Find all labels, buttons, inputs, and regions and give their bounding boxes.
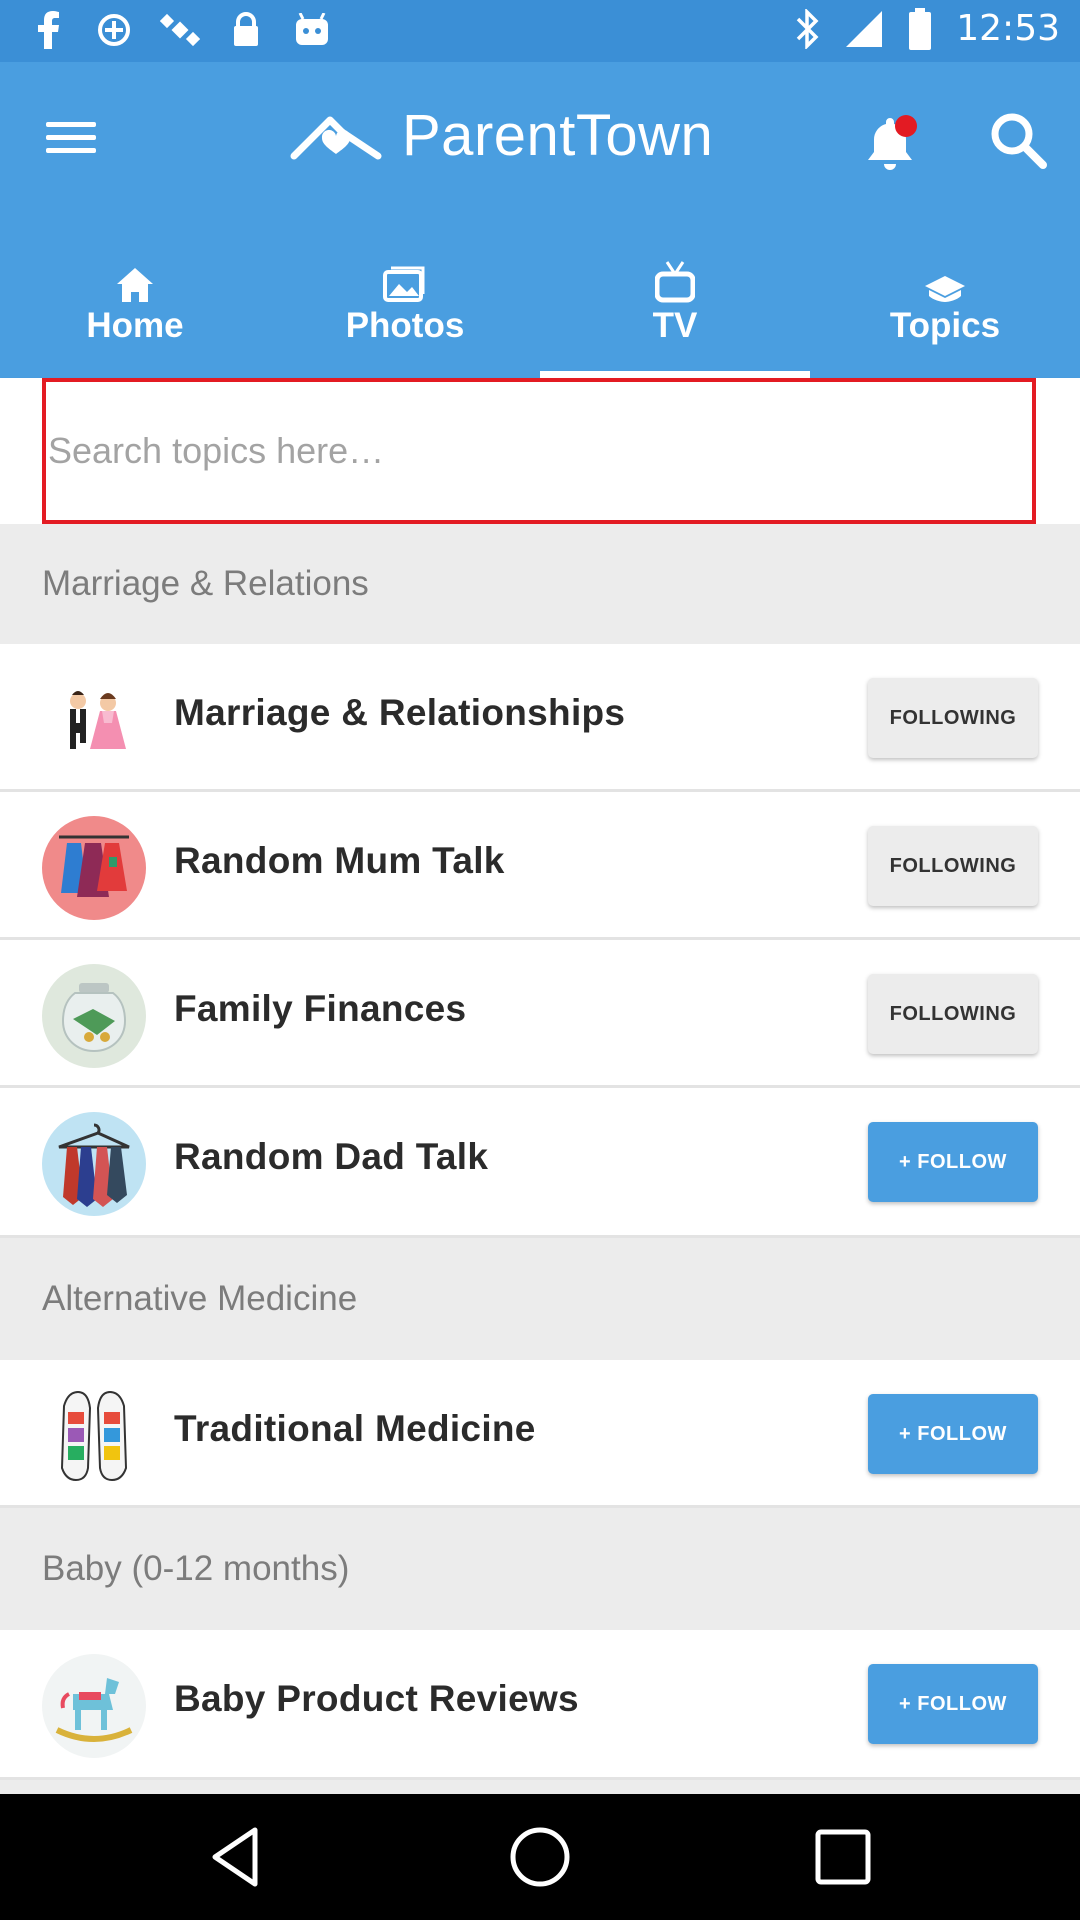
bluetooth-icon [788, 8, 828, 49]
following-button[interactable]: FOLLOWING [868, 678, 1038, 758]
status-time: 12:53 [956, 8, 1060, 49]
topic-title: Random Dad Talk [174, 1136, 489, 1177]
data-saver-icon [94, 10, 134, 50]
signal-icon [844, 9, 884, 49]
lock-icon [226, 10, 266, 50]
topic-title: Family Finances [174, 988, 467, 1029]
tab-tv[interactable]: TV [540, 242, 810, 378]
search-box [42, 378, 1036, 524]
rocking-horse-avatar [42, 1654, 146, 1758]
tab-bar: Home Photos TV Topics [0, 242, 1080, 378]
follow-button[interactable]: + FOLLOW [868, 1394, 1038, 1474]
list-item[interactable]: Baby Product Reviews + FOLLOW [0, 1630, 1080, 1780]
tab-label: Home [86, 306, 184, 345]
tab-photos[interactable]: Photos [270, 242, 540, 378]
satellite-icon [160, 10, 200, 50]
menu-icon[interactable] [46, 114, 102, 170]
tab-topics[interactable]: Topics [810, 242, 1080, 378]
notification-dot [895, 115, 917, 137]
tab-label: TV [652, 306, 698, 345]
tab-label: Topics [889, 306, 1001, 345]
facebook-icon [28, 10, 68, 50]
list-item[interactable]: Random Mum Talk FOLLOWING [0, 792, 1080, 940]
reflexology-feet-avatar [42, 1384, 146, 1488]
list-item[interactable]: Family Finances FOLLOWING [0, 940, 1080, 1088]
list-item[interactable]: Random Dad Talk + FOLLOW [0, 1088, 1080, 1238]
money-jar-avatar [42, 964, 146, 1068]
brand: ParentTown [290, 102, 713, 169]
section-header-baby: Baby (0-12 months) [0, 1508, 1080, 1630]
recents-icon[interactable] [810, 1824, 876, 1890]
search-icon[interactable] [988, 110, 1048, 170]
home-circle-icon[interactable] [507, 1824, 573, 1890]
tab-home[interactable]: Home [0, 242, 270, 378]
topic-title: Baby Product Reviews [174, 1678, 579, 1719]
following-button[interactable]: FOLLOWING [868, 826, 1038, 906]
topics-icon [810, 254, 1080, 304]
app-bar: ParentTown Home Photos TV Topics [0, 62, 1080, 378]
brand-name: ParentTown [402, 103, 714, 168]
search-container [0, 378, 1080, 524]
list-item[interactable]: Marriage & Relationships FOLLOWING [0, 644, 1080, 792]
tv-icon [540, 254, 810, 304]
wedding-couple-avatar [42, 668, 146, 772]
parenttown-logo-icon [290, 112, 382, 160]
topic-title: Random Mum Talk [174, 840, 505, 881]
notification-bell-icon[interactable] [862, 112, 918, 172]
list-item[interactable]: Traditional Medicine + FOLLOW [0, 1360, 1080, 1508]
dresses-avatar [42, 816, 146, 920]
follow-button[interactable]: + FOLLOW [868, 1122, 1038, 1202]
battery-icon [900, 7, 940, 50]
home-icon [0, 254, 270, 304]
section-header-marriage: Marriage & Relations [0, 524, 1080, 644]
follow-button[interactable]: + FOLLOW [868, 1664, 1038, 1744]
search-input[interactable] [46, 418, 1028, 484]
android-icon [292, 10, 332, 50]
section-header-alternative-medicine: Alternative Medicine [0, 1238, 1080, 1360]
tab-label: Photos [345, 306, 465, 345]
system-nav-bar [0, 1794, 1080, 1920]
ties-avatar [42, 1112, 146, 1216]
status-bar: 12:53 [0, 0, 1080, 62]
photos-icon [270, 254, 540, 304]
topic-title: Traditional Medicine [174, 1408, 536, 1449]
topic-title: Marriage & Relationships [174, 692, 626, 733]
following-button[interactable]: FOLLOWING [868, 974, 1038, 1054]
back-icon[interactable] [205, 1824, 271, 1890]
